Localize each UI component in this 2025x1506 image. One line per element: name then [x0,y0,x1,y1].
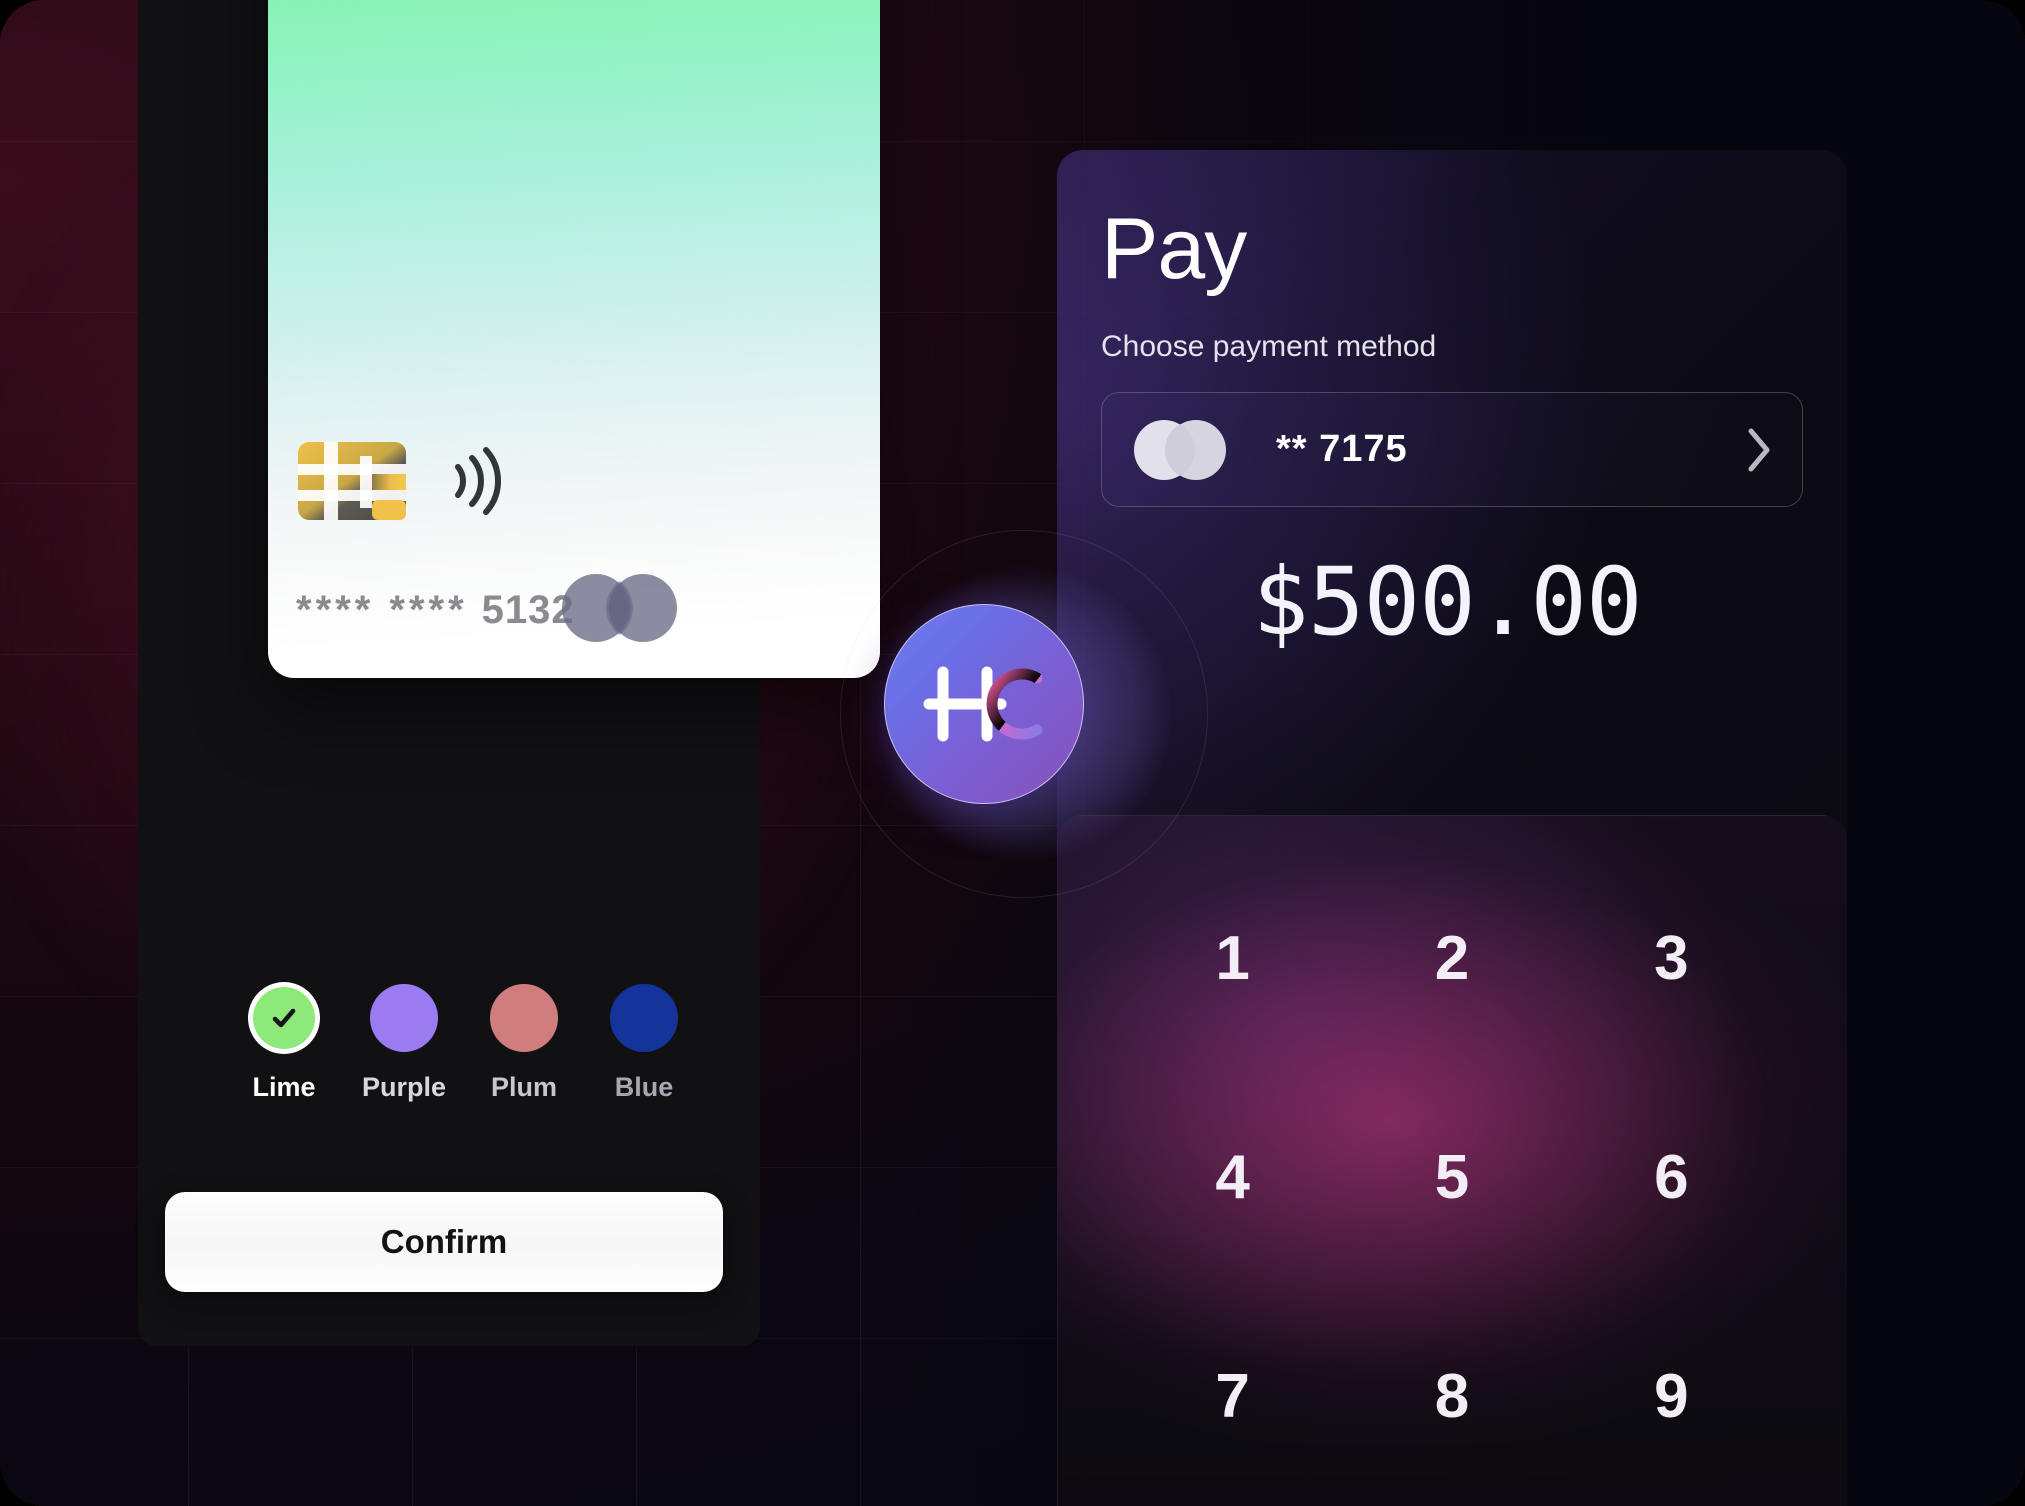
swatch-lime-label: Lime [252,1072,316,1102]
key-7[interactable]: 7 [1123,1287,1342,1506]
brand-badge [884,604,1084,804]
swatch-blue[interactable]: Blue [606,984,682,1103]
numeric-keypad: 1 2 3 4 5 6 7 8 9 [1057,815,1847,1506]
mastercard-logo [1134,419,1226,480]
swatch-purple-label: Purple [361,1072,447,1102]
key-6[interactable]: 6 [1562,1068,1781,1287]
swatch-lime-dot[interactable] [253,987,315,1049]
app-frame: **** **** 5132 Lime Purple Plum Blue Con… [0,0,2025,1506]
contactless-icon [455,447,501,515]
key-2[interactable]: 2 [1342,849,1561,1068]
emv-chip-icon [298,442,406,520]
swatch-purple[interactable]: Purple [362,984,446,1103]
key-3[interactable]: 3 [1562,849,1781,1068]
payment-method-row[interactable]: ** 7175 [1101,392,1803,507]
swatch-plum-dot[interactable] [490,984,558,1052]
confirm-button[interactable]: Confirm [165,1192,723,1292]
hc-monogram-icon [923,666,1043,742]
check-icon [272,1008,296,1028]
amount-display: $500.00 [1252,548,1642,657]
key-5[interactable]: 5 [1342,1068,1561,1287]
mastercard-logo [562,574,677,642]
swatch-plum-label: Plum [490,1072,557,1102]
swatch-purple-dot[interactable] [370,984,438,1052]
chevron-right-icon[interactable] [1746,427,1772,473]
key-1[interactable]: 1 [1123,849,1342,1068]
key-9[interactable]: 9 [1562,1287,1781,1506]
payment-method-label: ** 7175 [1276,428,1408,470]
page-title: Pay [1101,201,1247,297]
key-4[interactable]: 4 [1123,1068,1342,1287]
card-number: **** **** 5132 [296,588,575,633]
swatch-lime[interactable]: Lime [246,984,322,1103]
card-number-last4: 5132 [481,588,575,632]
swatch-plum[interactable]: Plum [486,984,562,1103]
card-color-swatches: Lime Purple Plum Blue [246,984,682,1103]
swatch-blue-dot[interactable] [610,984,678,1052]
key-8[interactable]: 8 [1342,1287,1561,1506]
pay-subtitle: Choose payment method [1101,330,1437,363]
card-number-masked: **** **** [296,588,468,632]
credit-card-preview[interactable]: **** **** 5132 [268,0,880,678]
swatch-blue-label: Blue [614,1072,674,1102]
